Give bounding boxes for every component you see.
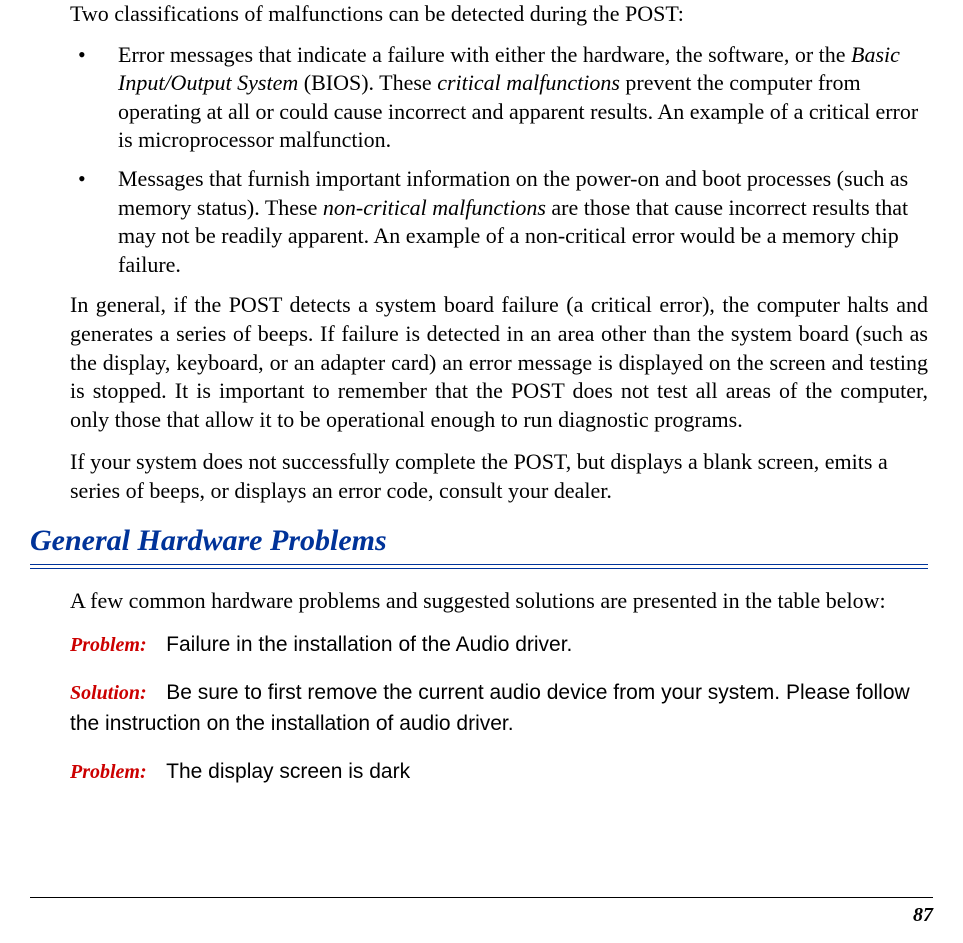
problem-block: Problem: The display screen is dark [70, 756, 928, 786]
solution-text: Be sure to first remove the current audi… [70, 681, 910, 734]
bullet-text-italic: non-critical malfunctions [323, 195, 546, 220]
footer-rule [30, 897, 933, 898]
intro-text: Two classifications of malfunctions can … [70, 0, 928, 29]
bullet-text-pre: Error messages that indicate a failure w… [118, 42, 851, 67]
problem-block: Problem: Failure in the installation of … [70, 629, 928, 659]
page-number: 87 [913, 904, 933, 927]
bullet-item: Error messages that indicate a failure w… [70, 41, 928, 155]
solution-block: Solution: Be sure to first remove the cu… [70, 677, 928, 738]
problem-text: Failure in the installation of the Audio… [166, 633, 572, 656]
paragraph: In general, if the POST detects a system… [70, 291, 928, 434]
solution-label: Solution: [70, 682, 147, 704]
section-heading: General Hardware Problems [30, 524, 928, 558]
bullet-item: Messages that furnish important informat… [70, 165, 928, 279]
problem-label: Problem: [70, 634, 147, 656]
page-content: Two classifications of malfunctions can … [30, 0, 933, 786]
heading-underline [30, 564, 928, 569]
bullet-list: Error messages that indicate a failure w… [70, 41, 928, 280]
bullet-text-mid: (BIOS). These [298, 70, 437, 95]
problem-text: The display screen is dark [166, 760, 410, 783]
bullet-text-italic: critical malfunctions [437, 70, 620, 95]
problem-label: Problem: [70, 761, 147, 783]
paragraph: If your system does not successfully com… [70, 448, 928, 505]
table-intro: A few common hardware problems and sugge… [70, 587, 928, 616]
